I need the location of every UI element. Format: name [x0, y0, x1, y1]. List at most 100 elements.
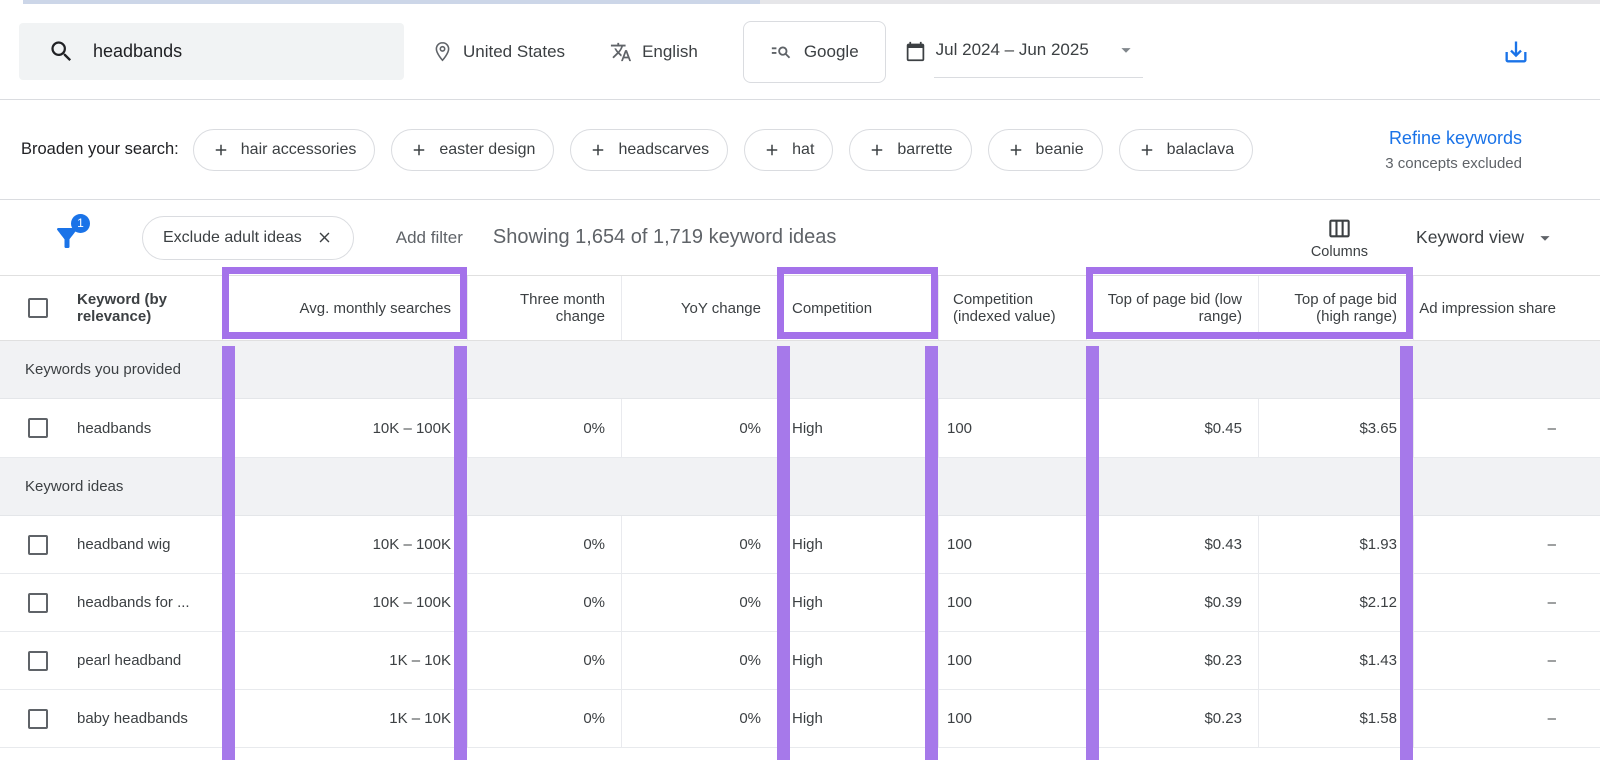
top-bid-high-cell: $1.43 [1258, 632, 1413, 689]
download-button[interactable] [1502, 37, 1532, 67]
location-selector[interactable]: United States [432, 41, 565, 62]
header-three-month-change[interactable]: Three month change [467, 276, 621, 340]
keywords-table: Keyword (by relevance) Avg. monthly sear… [0, 276, 1600, 748]
table-row: baby headbands 1K – 10K 0% 0% High 100 $… [0, 690, 1600, 748]
competition-cell: High [777, 399, 938, 457]
location-pin-icon [432, 41, 453, 62]
view-selector-label: Keyword view [1416, 227, 1524, 248]
chip-easter-design[interactable]: easter design [391, 129, 554, 171]
add-filter-button[interactable]: Add filter [396, 228, 463, 248]
row-checkbox[interactable] [28, 651, 48, 671]
row-checkbox-cell [0, 690, 62, 747]
competition-indexed-cell: 100 [938, 632, 1086, 689]
chip-headscarves[interactable]: headscarves [570, 129, 728, 171]
close-icon[interactable] [316, 229, 333, 246]
top-bid-low-cell: $0.23 [1086, 632, 1258, 689]
top-bid-low-cell: $0.45 [1086, 399, 1258, 457]
toolbar-right-tools: Columns Keyword view [1311, 216, 1556, 260]
keyword-cell: headbands for ... [62, 574, 222, 631]
top-bar: headbands United States English Google [0, 4, 1600, 100]
table-row: headbands for ... 10K – 100K 0% 0% High … [0, 574, 1600, 632]
results-count-text: Showing 1,654 of 1,719 keyword ideas [493, 226, 837, 249]
language-selector[interactable]: English [610, 41, 698, 63]
columns-button[interactable]: Columns [1311, 216, 1368, 260]
filter-button[interactable]: 1 [52, 223, 82, 253]
refine-keywords-link[interactable]: Refine keywords [1385, 128, 1522, 149]
table-row: pearl headband 1K – 10K 0% 0% High 100 $… [0, 632, 1600, 690]
chip-label: barrette [897, 141, 952, 159]
calendar-icon [905, 41, 926, 62]
yoy-change-cell: 0% [621, 574, 777, 631]
competition-indexed-cell: 100 [938, 690, 1086, 747]
plus-icon [589, 141, 607, 159]
ad-impression-share-cell: – [1413, 399, 1600, 457]
plus-icon [868, 141, 886, 159]
header-competition[interactable]: Competition [777, 276, 938, 340]
view-selector[interactable]: Keyword view [1416, 227, 1556, 249]
chip-balaclava[interactable]: balaclava [1119, 129, 1254, 171]
header-top-of-page-bid-high[interactable]: Top of page bid (high range) [1258, 276, 1413, 340]
three-month-change-cell: 0% [467, 516, 621, 573]
header-competition-indexed[interactable]: Competition (indexed value) [938, 276, 1086, 340]
chip-beanie[interactable]: beanie [988, 129, 1103, 171]
download-icon [1502, 38, 1530, 66]
top-bid-high-cell: $1.58 [1258, 690, 1413, 747]
table-header-row: Keyword (by relevance) Avg. monthly sear… [0, 276, 1600, 341]
header-keyword[interactable]: Keyword (by relevance) [62, 276, 222, 340]
chip-hair-accessories[interactable]: hair accessories [193, 129, 376, 171]
section-row-keywords-you-provided: Keywords you provided [0, 341, 1600, 399]
chip-label: headscarves [618, 141, 709, 159]
concepts-excluded-note: 3 concepts excluded [1385, 155, 1522, 172]
chip-label: easter design [439, 141, 535, 159]
row-checkbox-cell [0, 399, 62, 457]
row-checkbox[interactable] [28, 535, 48, 555]
plus-icon [1007, 141, 1025, 159]
three-month-change-cell: 0% [467, 632, 621, 689]
search-value: headbands [93, 41, 182, 62]
competition-indexed-cell: 100 [938, 399, 1086, 457]
network-label: Google [804, 42, 859, 62]
top-bid-low-cell: $0.43 [1086, 516, 1258, 573]
keyword-cell: headbands [62, 399, 222, 457]
filter-count-badge: 1 [71, 214, 90, 233]
search-input[interactable]: headbands [19, 23, 404, 80]
competition-cell: High [777, 516, 938, 573]
row-checkbox[interactable] [28, 418, 48, 438]
search-icon [48, 38, 75, 65]
exclude-adult-ideas-chip[interactable]: Exclude adult ideas [142, 216, 354, 260]
manage-search-icon [770, 41, 792, 63]
network-selector[interactable]: Google [743, 21, 886, 83]
yoy-change-cell: 0% [621, 399, 777, 457]
yoy-change-cell: 0% [621, 690, 777, 747]
plus-icon [763, 141, 781, 159]
columns-icon [1327, 216, 1352, 241]
keyword-cell: pearl headband [62, 632, 222, 689]
top-bid-high-cell: $3.65 [1258, 399, 1413, 457]
header-yoy-change[interactable]: YoY change [621, 276, 777, 340]
select-all-checkbox[interactable] [28, 298, 48, 318]
header-checkbox-cell [0, 276, 62, 340]
ad-impression-share-cell: – [1413, 516, 1600, 573]
header-ad-impression-share[interactable]: Ad impression share [1413, 276, 1600, 340]
chip-hat[interactable]: hat [744, 129, 833, 171]
date-range-label: Jul 2024 – Jun 2025 [936, 40, 1089, 60]
top-bid-low-cell: $0.23 [1086, 690, 1258, 747]
row-checkbox[interactable] [28, 709, 48, 729]
header-top-of-page-bid-low[interactable]: Top of page bid (low range) [1086, 276, 1258, 340]
translate-icon [610, 41, 632, 63]
header-avg-monthly-searches[interactable]: Avg. monthly searches [222, 276, 467, 340]
columns-label: Columns [1311, 244, 1368, 260]
competition-cell: High [777, 574, 938, 631]
section-label: Keyword ideas [25, 478, 123, 495]
keyword-cell: headband wig [62, 516, 222, 573]
competition-indexed-cell: 100 [938, 574, 1086, 631]
chip-label: hair accessories [241, 141, 357, 159]
section-label: Keywords you provided [25, 361, 181, 378]
chip-barrette[interactable]: barrette [849, 129, 971, 171]
date-range-picker[interactable]: Jul 2024 – Jun 2025 [896, 25, 1143, 78]
table-row: headband wig 10K – 100K 0% 0% High 100 $… [0, 516, 1600, 574]
suggestion-chips: hair accessories easter design headscarv… [193, 129, 1253, 171]
avg-searches-cell: 10K – 100K [222, 399, 467, 457]
broaden-search-bar: Broaden your search: hair accessories ea… [0, 100, 1600, 200]
row-checkbox[interactable] [28, 593, 48, 613]
